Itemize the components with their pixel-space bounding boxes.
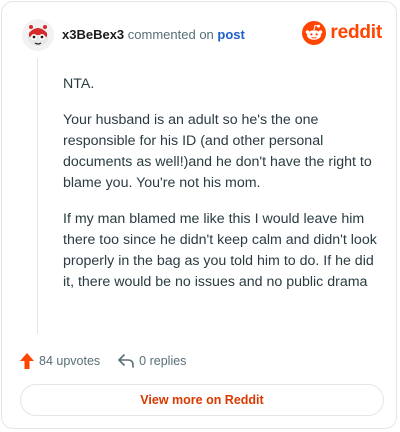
- view-more-button[interactable]: View more on Reddit: [20, 384, 384, 416]
- comment-body: NTA. Your husband is an adult so he's th…: [63, 74, 381, 308]
- upvote-count: 84 upvotes: [39, 354, 101, 368]
- comment-paragraph: Your husband is an adult so he's the one…: [63, 112, 372, 191]
- comment-actions: 84 upvotes 0 replies: [20, 351, 204, 371]
- reply-count: 0 replies: [139, 354, 187, 368]
- comment-paragraph: NTA.: [63, 76, 95, 92]
- post-link[interactable]: post: [217, 27, 244, 42]
- reddit-logo-icon: [302, 21, 327, 45]
- commented-on-label: commented on: [127, 27, 214, 42]
- comment-paragraph: If my man blamed me like this I would le…: [63, 211, 377, 290]
- comment-meta: x3BeBex3 commented on post: [62, 27, 245, 42]
- comment-header: x3BeBex3 commented on post reddit: [22, 19, 382, 51]
- upvote-button[interactable]: 84 upvotes: [20, 353, 100, 369]
- reddit-wordmark: reddit: [330, 22, 382, 43]
- reddit-logo[interactable]: reddit: [302, 21, 382, 45]
- comment-card: x3BeBex3 commented on post reddit NTA. Y…: [1, 1, 397, 429]
- thread-line: [37, 58, 38, 334]
- reply-arrow-icon: [118, 354, 134, 368]
- reply-button[interactable]: 0 replies: [118, 354, 186, 368]
- username-link[interactable]: x3BeBex3: [62, 27, 124, 42]
- upvote-arrow-icon: [20, 353, 34, 369]
- avatar[interactable]: [22, 19, 54, 51]
